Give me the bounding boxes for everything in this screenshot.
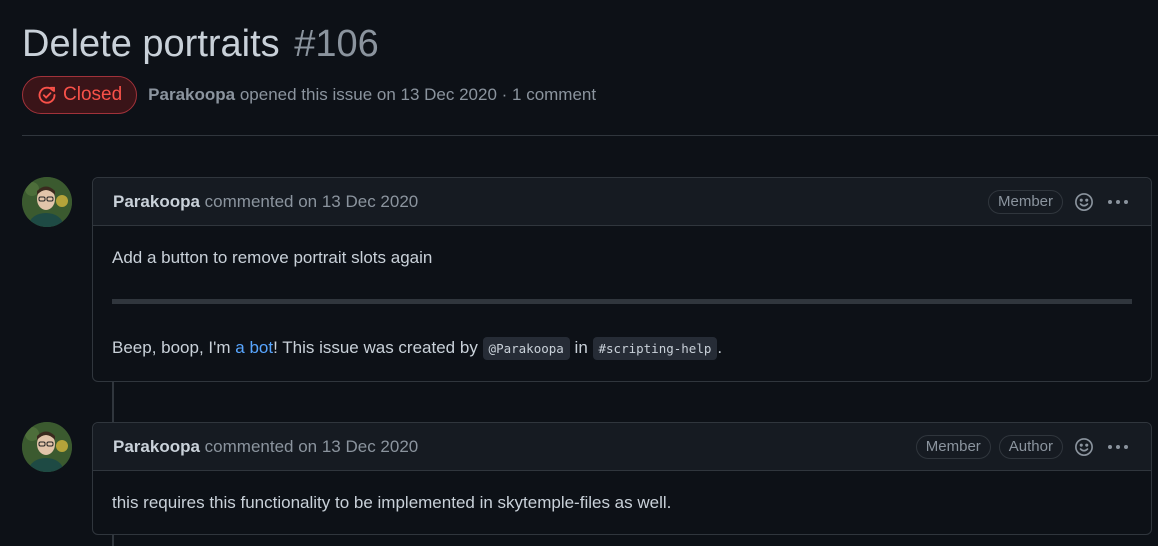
smiley-icon[interactable]: [1071, 434, 1097, 460]
comment-header: Parakoopa commented on 13 Dec 2020 Membe…: [93, 423, 1151, 471]
comment-meta: Parakoopa commented on 13 Dec 2020: [113, 192, 418, 212]
comment-author-link[interactable]: Parakoopa: [113, 192, 200, 211]
member-badge: Member: [987, 189, 1063, 214]
mention-code: @Parakoopa: [482, 337, 570, 360]
issue-closed-icon: [37, 85, 57, 105]
comment-text: this requires this functionality to be i…: [112, 493, 672, 512]
timeline-connector: [112, 535, 114, 546]
comment-actions: Member: [987, 189, 1131, 215]
bot-notice: Beep, boop, I'm a bot! This issue was cr…: [112, 304, 1132, 360]
comment-body: Add a button to remove portrait slots ag…: [93, 226, 1151, 360]
issue-page: Delete portraits #106 Closed Parakoopa o…: [0, 0, 1158, 546]
bot-middle: ! This issue was created by: [273, 338, 483, 357]
issue-opened-info: Parakoopa opened this issue on 13 Dec 20…: [148, 85, 596, 105]
comment-timestamp[interactable]: commented on 13 Dec 2020: [205, 192, 419, 211]
issue-title: Delete portraits #106: [22, 20, 379, 68]
comment-actions: Member Author: [915, 434, 1131, 460]
state-badge: Closed: [22, 76, 138, 114]
timeline-connector: [112, 380, 114, 422]
avatar[interactable]: [22, 422, 72, 472]
header-divider: [22, 135, 1158, 136]
issue-meta: Closed Parakoopa opened this issue on 13…: [22, 75, 596, 115]
comment-meta: Parakoopa commented on 13 Dec 2020: [113, 437, 418, 457]
comment-author-link[interactable]: Parakoopa: [113, 437, 200, 456]
channel-code: #scripting-help: [592, 337, 718, 360]
state-label: Closed: [63, 84, 123, 105]
bot-link[interactable]: a bot: [235, 338, 273, 357]
issue-opened-text: opened this issue on 13 Dec 2020 · 1 com…: [239, 85, 597, 104]
kebab-horizontal-icon[interactable]: [1105, 434, 1131, 460]
avatar[interactable]: [22, 177, 72, 227]
comment-header: Parakoopa commented on 13 Dec 2020 Membe…: [93, 178, 1151, 226]
issue-title-text: Delete portraits: [22, 23, 280, 65]
smiley-icon[interactable]: [1071, 189, 1097, 215]
comment-1: Parakoopa commented on 13 Dec 2020 Membe…: [92, 177, 1152, 382]
comment-text: Add a button to remove portrait slots ag…: [112, 248, 433, 267]
comment-2: Parakoopa commented on 13 Dec 2020 Membe…: [92, 422, 1152, 535]
bot-prefix: Beep, boop, I'm: [112, 338, 236, 357]
kebab-horizontal-icon[interactable]: [1105, 189, 1131, 215]
comment-body: this requires this functionality to be i…: [93, 471, 1151, 513]
issue-author-link[interactable]: Parakoopa: [148, 85, 235, 104]
comment-timestamp[interactable]: commented on 13 Dec 2020: [205, 437, 419, 456]
bot-in: in: [569, 338, 593, 357]
member-badge: Member: [915, 434, 991, 459]
bot-end: .: [717, 338, 723, 357]
issue-number: #106: [294, 23, 379, 65]
author-badge: Author: [998, 434, 1063, 459]
